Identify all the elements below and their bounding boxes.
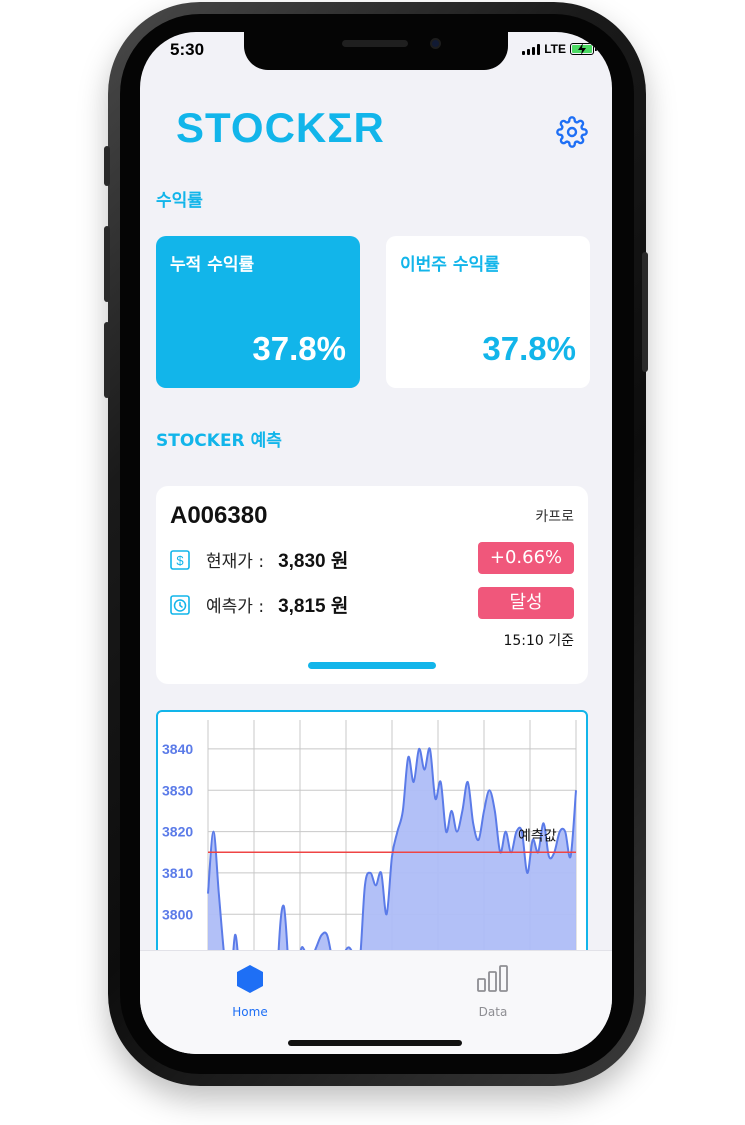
status-time: 5:30 [170, 40, 205, 59]
y-tick-label: 3810 [162, 865, 193, 881]
weekly-return-value: 37.8% [482, 330, 576, 367]
cumulative-return-label: 누적 수익률 [170, 255, 255, 275]
volume-down-button [104, 322, 110, 398]
stock-name: 카프로 [535, 509, 574, 525]
current-price-value: 3,830 원 [278, 551, 349, 572]
current-price-row: $ 현재가 : 3,830 원 [170, 546, 348, 573]
front-camera [430, 38, 441, 49]
weekly-return-label: 이번주 수익률 [400, 255, 500, 275]
current-price-label: 현재가 : [206, 552, 265, 572]
y-tick-label: 3820 [162, 824, 193, 840]
tab-data-label: Data [478, 1005, 508, 1019]
achieved-badge: 달성 [478, 587, 574, 619]
status-indicators: LTE [522, 42, 597, 56]
timer-icon [170, 594, 190, 615]
mute-switch [104, 146, 110, 186]
home-indicator [288, 1040, 462, 1046]
timestamp: 15:10 기준 [503, 633, 574, 649]
tab-bar: Home Data [140, 950, 612, 1054]
predicted-price-value: 3,815 원 [278, 596, 349, 617]
tab-data[interactable]: Data [433, 963, 553, 1019]
svg-text:$: $ [176, 553, 184, 568]
power-button [642, 252, 648, 372]
notch [244, 32, 508, 70]
gear-icon[interactable] [556, 116, 588, 148]
signal-icon [522, 43, 541, 55]
price-chart-svg: 379038003810382038303840예측값 [162, 720, 577, 968]
returns-section-title: 수익률 [156, 191, 203, 211]
prediction-card[interactable]: A006380 카프로 $ 현재가 : 3,830 원 +0.66% 예측가 :… [156, 486, 588, 684]
price-chart: 379038003810382038303840예측값 [156, 710, 588, 970]
battery-icon [570, 43, 597, 55]
predicted-price-row: 예측가 : 3,815 원 [170, 591, 348, 618]
tab-home[interactable]: Home [190, 963, 310, 1019]
app-logo: STOCKΣR [176, 104, 385, 151]
app-screen: 5:30 LTE STOCKΣR 수익률 누적 수익률 37.8% 이번주 수익… [140, 32, 612, 1054]
prediction-reference-label: 예측값 [518, 828, 557, 844]
y-tick-label: 3840 [162, 741, 193, 757]
y-tick-label: 3830 [162, 782, 193, 798]
page-indicator[interactable] [308, 662, 436, 669]
stock-code: A006380 [170, 502, 268, 529]
tab-home-label: Home [232, 1005, 268, 1019]
prediction-section-title: STOCKER 예측 [156, 431, 282, 451]
volume-up-button [104, 226, 110, 302]
network-type: LTE [544, 42, 566, 56]
bar-chart-icon [477, 965, 508, 992]
speaker [342, 40, 408, 47]
predicted-price-label: 예측가 : [206, 597, 265, 617]
cumulative-return-value: 37.8% [252, 330, 346, 367]
dollar-icon: $ [170, 549, 190, 570]
y-tick-label: 3800 [162, 906, 193, 922]
weekly-return-card[interactable]: 이번주 수익률 37.8% [386, 236, 590, 388]
cumulative-return-card[interactable]: 누적 수익률 37.8% [156, 236, 360, 388]
hexagon-icon [237, 965, 263, 993]
change-badge: +0.66% [478, 542, 574, 574]
